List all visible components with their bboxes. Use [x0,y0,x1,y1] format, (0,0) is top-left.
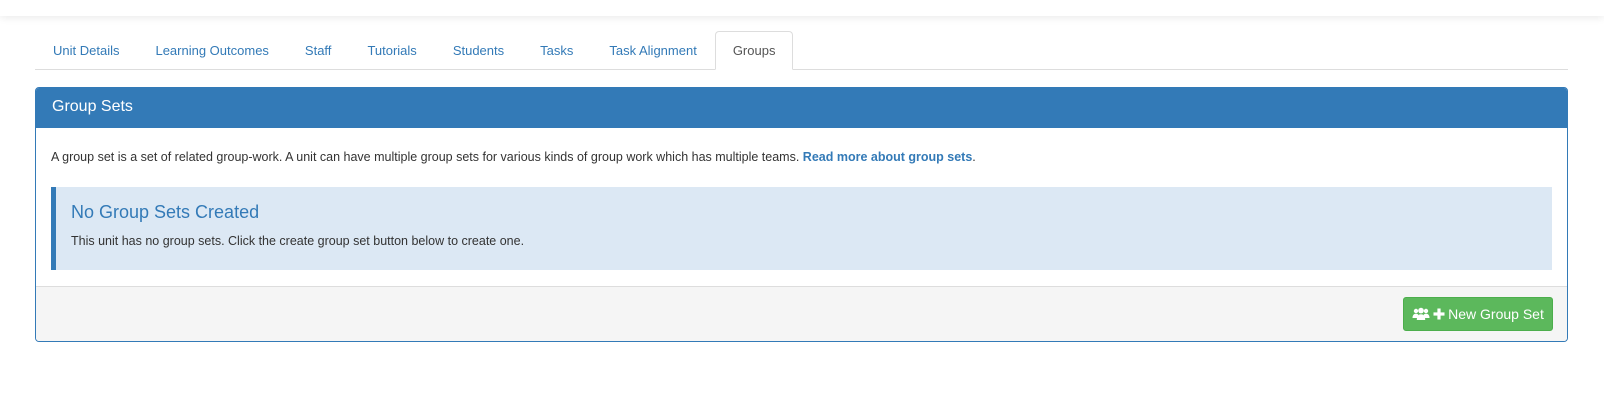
intro-suffix: . [972,150,976,164]
group-sets-panel: Group Sets A group set is a set of relat… [35,87,1568,342]
tab-staff[interactable]: Staff [287,31,350,69]
empty-state-text: This unit has no group sets. Click the c… [71,234,525,248]
intro-text: A group set is a set of related group-wo… [51,150,800,164]
top-navbar [0,0,1604,16]
tab-tasks[interactable]: Tasks [522,31,591,69]
tab-task-alignment[interactable]: Task Alignment [591,31,714,69]
empty-state-title: No Group Sets Created [71,202,260,222]
new-group-set-label: New Group Set [1448,306,1544,322]
panel-title: Group Sets [36,88,1567,128]
tab-tutorials[interactable]: Tutorials [349,31,434,69]
new-group-set-button[interactable]: New Group Set [1403,297,1553,331]
tab-students[interactable]: Students [435,31,522,69]
intro-paragraph: A group set is a set of related group-wo… [51,148,1552,166]
tab-learning-outcomes[interactable]: Learning Outcomes [137,31,286,69]
plus-icon [1433,308,1445,320]
empty-state-callout: No Group Sets Created This unit has no g… [51,187,1552,270]
unit-tabs: Unit Details Learning Outcomes Staff Tut… [35,31,1568,70]
users-icon [1412,307,1430,321]
panel-footer: New Group Set [36,286,1567,341]
read-more-link[interactable]: Read more about group sets [803,150,972,164]
tab-groups[interactable]: Groups [714,31,794,70]
panel-body: A group set is a set of related group-wo… [36,148,1567,270]
tab-unit-details[interactable]: Unit Details [35,31,137,69]
